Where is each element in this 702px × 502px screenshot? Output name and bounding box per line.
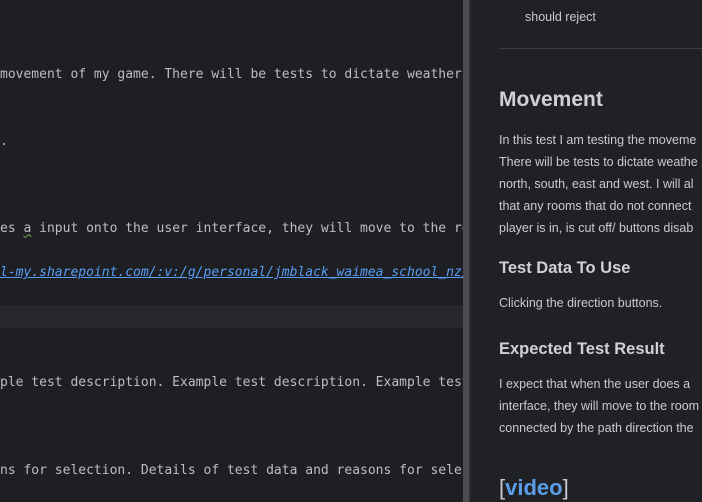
list-item: should reject: [525, 10, 596, 24]
url-link[interactable]: l-my.sharepoint.com/:v:/g/personal/jmbla…: [0, 265, 463, 280]
paragraph-line: Clicking the direction buttons.: [499, 296, 663, 310]
bracket-close: ]: [562, 475, 569, 500]
paragraph-line: There will be tests to dictate weathe: [499, 155, 698, 169]
scrollbar-thumb[interactable]: [463, 0, 469, 502]
paragraph-line: I expect that when the user does a: [499, 377, 691, 391]
video-link-line: [video]: [499, 475, 569, 501]
code-line[interactable]: movement of my game. There will be tests…: [0, 67, 462, 83]
code-line[interactable]: ple test description. Example test descr…: [0, 375, 463, 391]
code-text: input onto the user interface, they will…: [31, 221, 463, 236]
code-text: es: [0, 221, 24, 236]
code-line[interactable]: l-my.sharepoint.com/:v:/g/personal/jmbla…: [0, 265, 463, 281]
paragraph-line: connected by the path direction the: [499, 421, 694, 435]
heading-test-data: Test Data To Use: [499, 259, 631, 277]
paragraph-line: interface, they will move to the room: [499, 399, 700, 413]
current-line-highlight: [0, 305, 463, 328]
markdown-preview: should reject Movement In this test I am…: [471, 0, 702, 502]
heading-movement: Movement: [499, 88, 603, 111]
paragraph-line: north, south, east and west. I will al: [499, 177, 694, 191]
code-line[interactable]: ns for selection. Details of test data a…: [0, 463, 463, 479]
code-line[interactable]: es a input onto the user interface, they…: [0, 221, 463, 237]
horizontal-rule: [499, 48, 702, 49]
heading-expected-result: Expected Test Result: [499, 340, 665, 358]
paragraph-line: In this test I am testing the moveme: [499, 133, 697, 147]
paragraph-line: player is in, is cut off/ buttons disab: [499, 221, 694, 235]
code-line[interactable]: .: [0, 134, 8, 150]
code-editor[interactable]: movement of my game. There will be tests…: [0, 0, 463, 502]
video-link[interactable]: video: [505, 475, 562, 500]
paragraph-line: that any rooms that do not connect: [499, 199, 692, 213]
